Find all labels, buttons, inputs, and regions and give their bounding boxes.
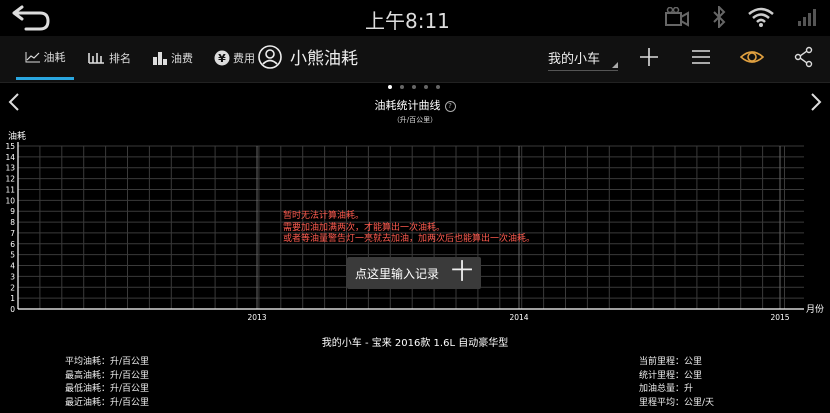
add-icon[interactable] [638,46,660,68]
tab-label: 油费 [171,52,193,65]
tab-label: 排名 [109,52,131,65]
right-stats: 当前里程： 公里 统计里程： 公里 加油总量：升 里程平均： 公里/天 [624,356,714,410]
stat-value: 升/百公里 [110,384,150,394]
y-tick-label: 10 [5,196,15,205]
share-icon[interactable] [794,46,814,68]
stat-label: 最高油耗： [64,370,110,381]
stat-row: 最低油耗： 升/百公里 [50,383,149,397]
tab-fuel-cost[interactable]: 油费 [152,36,193,80]
car-select-value: 我的小车 [548,52,601,67]
y-tick-label: 4 [10,262,15,271]
app-title-text: 小熊油耗 [290,49,358,69]
y-tick-label: 2 [10,283,15,292]
x-axis-label: 月份 [806,303,824,315]
stat-value: 公里 [684,370,703,381]
message-line: 暂时无法计算油耗。 [283,211,365,221]
stat-value: 升/百公里 [110,397,150,408]
stat-row: 平均油耗： 升/百公里 [50,356,149,370]
car-select-dropdown[interactable]: 我的小车 [548,48,618,71]
page-dot [412,85,416,89]
line-chart-icon [25,51,40,62]
tab-fuel-consumption[interactable]: 油耗 [16,36,74,80]
left-stats: 平均油耗： 升/百公里 最高油耗： 升/百公里 最低油耗： 升/百公里 最近油耗： 升/… [50,356,149,410]
stat-label: 最近油耗： [64,397,110,408]
y-tick-label: 6 [10,240,15,249]
stat-row: 当前里程： 公里 [624,356,714,370]
stat-row: 最高油耗： 升/百公里 [50,370,149,384]
stat-row: 最近油耗： 升/百公里 [50,397,149,411]
svg-text:¥: ¥ [218,52,226,65]
stat-value: 升/百公里 [110,370,150,381]
back-arrow-icon [12,5,50,31]
page-indicator [388,85,440,89]
yen-icon: ¥ [214,50,230,66]
y-tick-label: 1 [10,294,15,303]
y-tick-label: 14 [5,153,15,162]
stat-value: 升 [684,384,694,394]
menu-icon[interactable] [690,46,712,68]
y-tick-label: 15 [5,142,15,151]
y-tick-label: 0 [10,305,15,314]
stat-value: 公里 [684,357,703,367]
tab-ranking[interactable]: 排名 [88,36,131,80]
x-tick-label: 2013 [247,313,266,322]
stat-value: 公里/天 [684,397,715,408]
tab-label: 油耗 [43,50,66,64]
back-button[interactable] [8,4,52,32]
user-icon [258,44,282,69]
ranking-bars-icon [88,53,104,64]
bar-chart-icon [153,52,167,65]
page-dot [388,85,392,89]
stat-label: 最低油耗： [64,384,110,394]
stat-label: 平均油耗： [64,357,110,367]
add-record-button[interactable]: 点这里输入记录 十 [347,257,481,289]
chart-title: 油耗统计曲线? [0,97,830,113]
y-tick-label: 9 [10,207,15,216]
signal-icon [798,9,816,26]
stat-label: 加油总量： [638,384,684,394]
stat-row: 加油总量：升 [624,383,714,397]
y-tick-label: 8 [10,218,15,227]
stat-row: 里程平均： 公里/天 [624,397,714,411]
stat-row: 统计里程： 公里 [624,370,714,384]
no-data-message: 暂时无法计算油耗。 需要加油加满两次，才能算出一次油耗。 或者等油量警告灯一亮就… [283,211,535,246]
chart-title-text: 油耗统计曲线 [374,99,441,112]
bluetooth-icon [713,6,726,28]
y-tick-label: 12 [5,175,15,184]
x-tick-label: 2014 [509,313,528,322]
plus-icon: 十 [451,260,474,285]
dropdown-triangle-icon [612,62,618,68]
stat-value: 升/百公里 [110,357,150,367]
car-model-label: 我的小车 - 宝来 2016款 1.6L 自动豪华型 [321,338,509,349]
help-icon[interactable]: ? [444,101,456,112]
page-dot [424,85,428,89]
stat-label: 统计里程： [638,370,684,381]
tab-expenses[interactable]: ¥ 费用 [214,36,255,80]
eye-icon[interactable] [740,46,764,68]
page-dot [436,85,440,89]
stat-label: 当前里程： [638,357,684,367]
stat-label: 里程平均： [638,397,684,408]
y-tick-label: 13 [5,164,15,173]
y-tick-label: 3 [10,272,15,281]
page-dot [400,85,404,89]
tab-label: 费用 [233,52,255,65]
clock: 上午8:11 [365,9,450,33]
message-line: 或者等油量警告灯一亮就去加油，加两次后也能算出一次油耗。 [283,234,536,244]
wifi-icon [748,7,774,27]
y-tick-label: 11 [5,185,15,194]
message-line: 需要加油加满两次，才能算出一次油耗。 [283,222,446,233]
app-title: 小熊油耗 [258,44,358,69]
x-tick-label: 2015 [770,313,789,322]
add-record-label: 点这里输入记录 [354,266,439,281]
camera-icon [665,7,689,27]
y-axis-label: 油耗 [8,130,26,142]
y-tick-label: 5 [10,251,15,260]
y-tick-label: 7 [10,229,15,238]
toolbar: 油耗 排名 油费 ¥ 费用 小熊油耗 我的小车 [0,36,830,83]
status-bar: 上午8:11 [0,0,830,36]
